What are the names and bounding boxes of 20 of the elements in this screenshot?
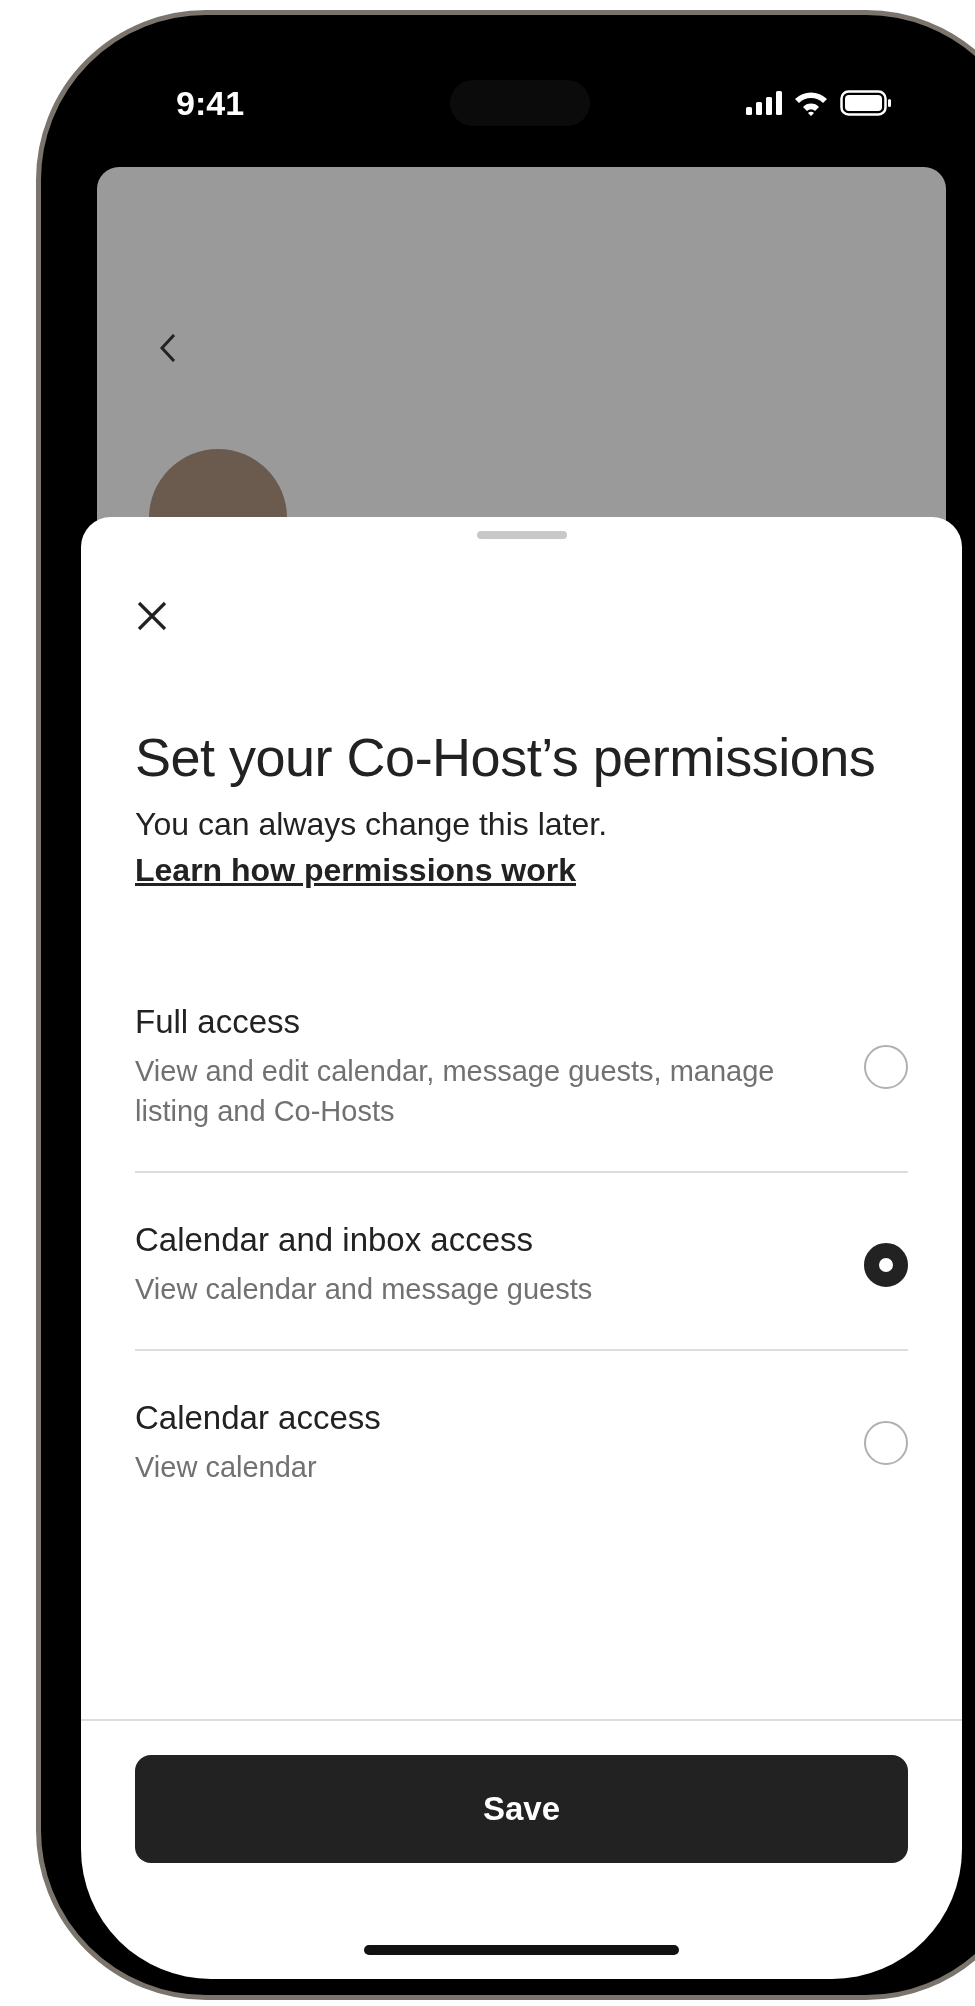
signal-icon [746, 91, 782, 115]
status-time: 9:41 [176, 83, 245, 123]
radio-button[interactable] [864, 1243, 908, 1287]
battery-icon [840, 90, 892, 116]
option-title: Calendar and inbox access [135, 1221, 535, 1259]
option-description: View calendar [135, 1450, 318, 1485]
sheet-subtitle: You can always change this later. Learn how permissions work [135, 805, 608, 890]
sheet-handle[interactable] [476, 531, 567, 539]
option-description: View and edit calendar, message guests, manage listing and Co-Hosts [135, 1054, 775, 1129]
back-icon[interactable] [159, 333, 177, 363]
learn-more-link[interactable]: Learn how permissions work [135, 852, 576, 888]
option-title: Calendar access [135, 1399, 381, 1437]
sheet-title: Set your Co-Host’s permissions [135, 726, 877, 789]
option-title: Full access [135, 1003, 302, 1041]
radio-button[interactable] [864, 1045, 908, 1089]
wifi-icon [794, 90, 828, 116]
save-button[interactable]: Save [135, 1755, 908, 1863]
option-description: View calendar and message guests [135, 1272, 593, 1307]
radio-button[interactable] [864, 1421, 908, 1465]
close-icon[interactable] [137, 601, 167, 631]
